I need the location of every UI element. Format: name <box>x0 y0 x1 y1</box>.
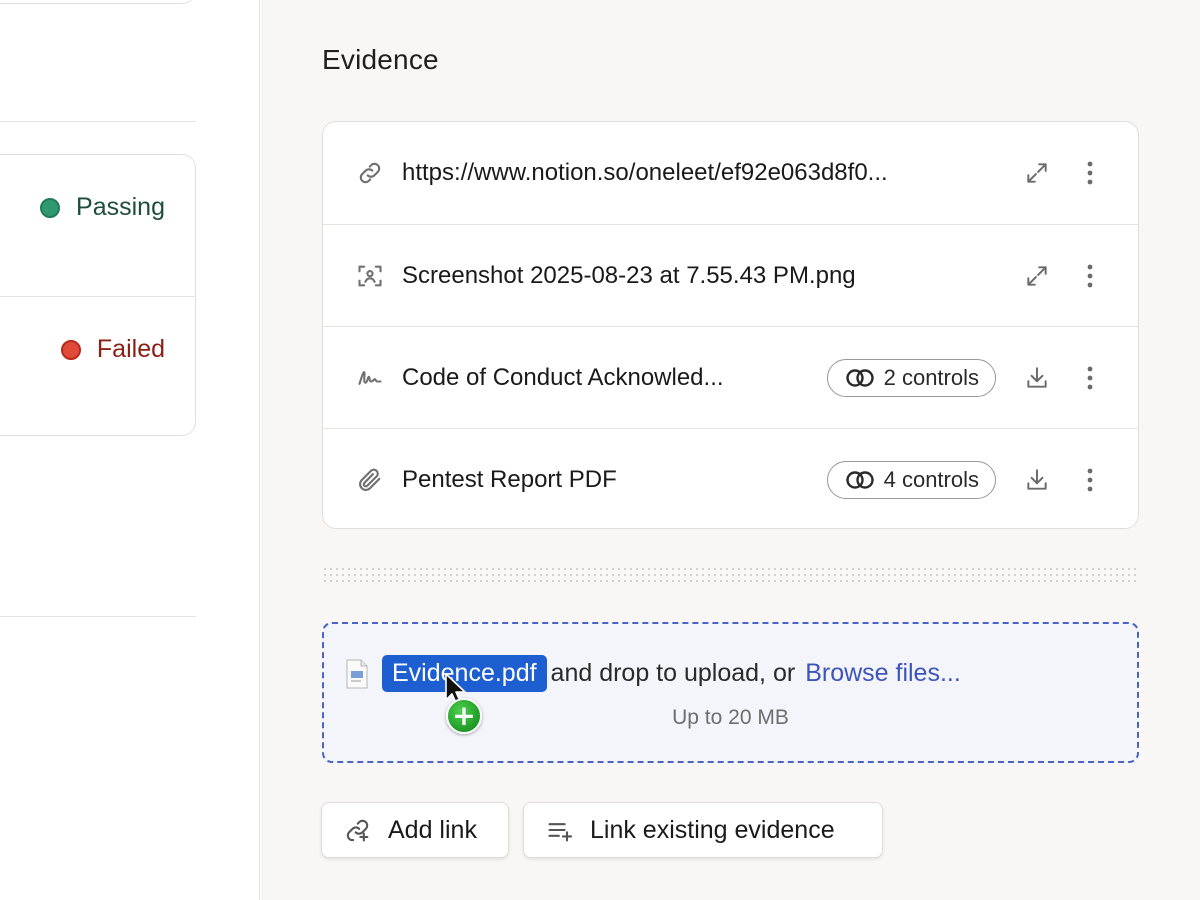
evidence-row-screenshot[interactable]: Screenshot 2025-08-23 at 7.55.43 PM.png <box>323 224 1138 326</box>
failed-status-dot <box>60 339 81 360</box>
controls-count: 2 controls <box>883 364 979 390</box>
status-row-passing[interactable]: Passing <box>0 155 195 296</box>
link-icon <box>355 158 385 188</box>
add-link-button[interactable]: Add link <box>321 802 509 858</box>
expand-icon[interactable] <box>1022 261 1052 291</box>
screenshot-icon <box>355 261 385 291</box>
signature-icon <box>355 363 385 393</box>
evidence-name[interactable]: https://www.notion.so/oneleet/ef92e063d8… <box>402 159 888 187</box>
section-title: Evidence <box>322 44 439 75</box>
left-top-card <box>0 0 196 4</box>
link-existing-evidence-button[interactable]: Link existing evidence <box>523 802 883 858</box>
download-icon[interactable] <box>1022 465 1052 495</box>
more-options-icon[interactable] <box>1080 261 1100 291</box>
link-existing-label: Link existing evidence <box>590 815 835 844</box>
evidence-row-code-of-conduct[interactable]: Code of Conduct Acknowled... 2 controls <box>323 326 1138 428</box>
evidence-panel: Evidence https://www.notion.so/oneleet/e… <box>261 0 1200 900</box>
more-options-icon[interactable] <box>1080 465 1100 495</box>
controls-badge[interactable]: 2 controls <box>826 358 996 397</box>
more-options-icon[interactable] <box>1080 363 1100 393</box>
expand-icon[interactable] <box>1022 158 1052 188</box>
linked-rings-icon <box>845 368 874 387</box>
status-card: Passing Failed <box>0 154 196 436</box>
evidence-name[interactable]: Pentest Report PDF <box>402 466 617 494</box>
controls-badge[interactable]: 4 controls <box>826 460 996 499</box>
browse-files-link[interactable]: Browse files... <box>805 659 961 688</box>
add-link-label: Add link <box>388 815 477 844</box>
status-label: Passing <box>76 193 165 221</box>
evidence-name[interactable]: Screenshot 2025-08-23 at 7.55.43 PM.png <box>402 262 856 290</box>
left-divider <box>0 616 196 617</box>
evidence-row-link[interactable]: https://www.notion.so/oneleet/ef92e063d8… <box>323 122 1138 224</box>
controls-count: 4 controls <box>883 466 979 492</box>
copy-plus-icon: + <box>446 698 482 734</box>
list-add-icon <box>548 823 573 842</box>
dotted-separator <box>322 566 1139 584</box>
more-options-icon[interactable] <box>1080 158 1100 188</box>
linked-rings-icon <box>845 470 874 489</box>
download-icon[interactable] <box>1022 363 1052 393</box>
evidence-row-pentest-report[interactable]: Pentest Report PDF 4 controls <box>323 428 1138 528</box>
add-link-icon <box>346 819 369 842</box>
status-label: Failed <box>96 335 165 363</box>
status-row-failed[interactable]: Failed <box>0 296 195 435</box>
upload-dropzone[interactable]: Evidence.pdf and drop to upload, or Brow… <box>322 622 1139 763</box>
left-pane: Passing Failed <box>0 0 260 900</box>
evidence-name[interactable]: Code of Conduct Acknowled... <box>402 364 724 392</box>
passing-status-dot <box>40 197 61 218</box>
left-divider <box>0 121 196 122</box>
paperclip-icon <box>355 465 385 495</box>
dropzone-text: and drop to upload, or <box>550 659 796 687</box>
evidence-list: https://www.notion.so/oneleet/ef92e063d8… <box>322 121 1139 529</box>
pdf-file-icon <box>346 659 368 688</box>
